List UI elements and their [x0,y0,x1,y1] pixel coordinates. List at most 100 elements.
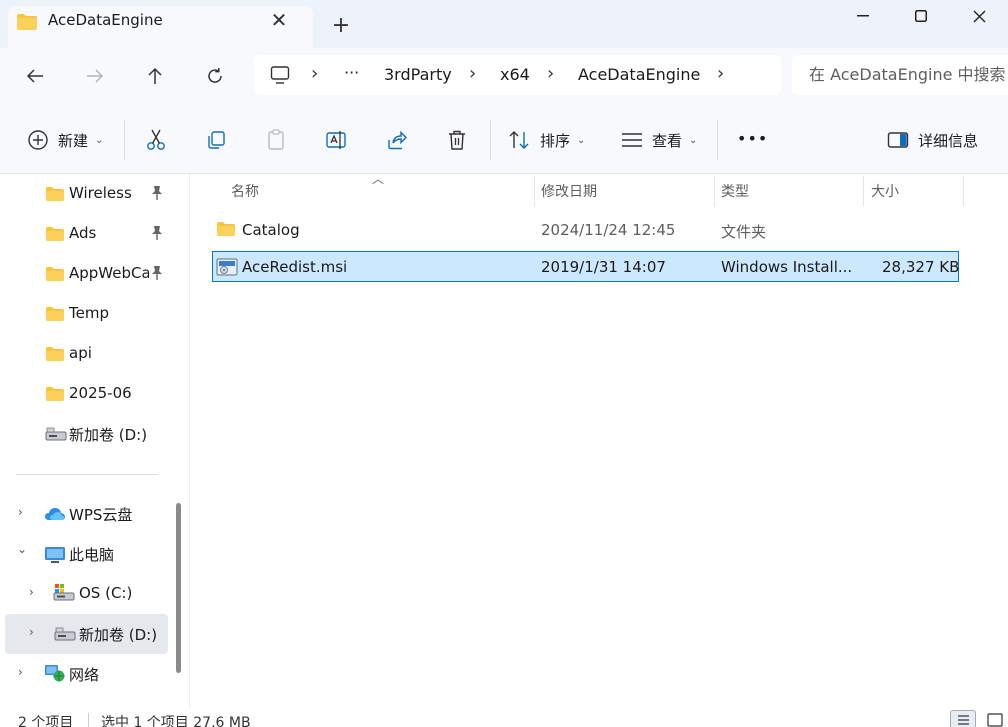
file-modified: 2024/11/24 12:45 [541,221,676,239]
close-icon [973,10,985,22]
chevron-down-icon[interactable]: ⌄ [17,542,27,556]
sidebar-item-label: AppWebCa [69,264,149,282]
forward-button[interactable] [77,62,113,90]
tiles-view-button[interactable] [983,710,1008,727]
more-options-button[interactable]: ••• [737,129,768,148]
chevron-down-icon: ⌄ [95,135,104,146]
refresh-icon [208,68,222,83]
sidebar-item-temp[interactable]: Temp [0,294,168,334]
chevron-down-icon: ⌄ [689,135,698,146]
sidebar-item-label: WPS云盘 [69,506,133,524]
folder-icon [16,13,38,35]
chevron-right-icon: › [547,63,555,84]
chevron-right-icon[interactable]: › [717,63,724,84]
maximize-icon [915,10,927,22]
cloud-icon [44,506,66,526]
sidebar-item-drive-d-tree[interactable]: › 新加卷 (D:) [0,614,168,654]
sidebar-item-drive-c[interactable]: › OS (C:) [0,574,168,614]
column-divider[interactable] [534,176,535,206]
breadcrumb-acedataengine[interactable]: AceDataEngine [578,65,700,84]
status-divider [88,713,89,727]
sidebar-item-label: Temp [69,304,109,322]
details-view-icon [958,715,969,725]
msi-installer-icon [216,258,238,280]
sidebar-item-ads[interactable]: Ads [0,214,168,254]
rename-button[interactable] [323,127,349,153]
delete-button[interactable] [444,127,470,153]
folder-icon [45,346,65,366]
computer-icon [44,546,66,568]
tab-title: AceDataEngine [48,11,163,29]
new-tab-button[interactable]: + [329,14,353,38]
column-divider[interactable] [863,176,864,206]
view-button[interactable] [619,127,645,153]
sidebar-item-label: 新加卷 (D:) [69,426,148,444]
copy-button[interactable] [203,127,229,153]
sort-label: 排序 [540,132,571,150]
tab-close-button[interactable]: ✕ [267,9,291,33]
sort-ascending-icon: ︿ [372,172,385,186]
close-window-button[interactable] [950,0,1008,32]
chevron-right-icon: › [469,63,477,84]
column-header-modified[interactable]: 修改日期 [541,181,597,201]
sidebar-item-label: 网络 [69,666,100,684]
drive-icon [54,626,76,646]
view-list-icon [622,133,642,147]
details-view-button[interactable] [950,710,976,727]
chevron-right-icon[interactable]: › [18,505,23,519]
view-label: 查看 [652,132,683,150]
trash-icon [449,130,465,150]
breadcrumb-x64[interactable]: x64 [500,65,530,84]
file-name: AceRedist.msi [242,258,348,276]
sidebar-item-appwebca[interactable]: AppWebCa [0,254,168,294]
new-button[interactable] [25,127,51,153]
computer-icon [270,65,290,89]
sort-button[interactable] [507,127,533,153]
paste-button[interactable] [263,127,289,153]
column-header-size[interactable]: 大小 [871,181,899,201]
up-button[interactable] [137,62,173,90]
folder-icon [45,186,65,206]
file-type: Windows Install... [721,258,853,276]
column-header-name[interactable]: 名称 [231,181,259,201]
minimize-icon [857,15,869,17]
cut-button[interactable] [143,127,169,153]
sidebar-item-wireless[interactable]: Wireless [0,174,168,214]
column-header-type[interactable]: 类型 [721,181,749,201]
sidebar-item-label: 新加卷 (D:) [79,626,158,644]
toolbar-divider [124,120,125,160]
sidebar-item-label: api [69,344,92,362]
share-button[interactable] [384,127,410,153]
back-button[interactable] [17,62,53,90]
details-pane-button[interactable] [885,127,911,153]
breadcrumb-overflow[interactable]: ··· [344,63,359,82]
sidebar-item-label: Wireless [69,184,132,202]
maximize-button[interactable] [892,0,950,32]
sidebar-item-this-pc[interactable]: ⌄ 此电脑 [0,534,168,574]
minimize-button[interactable] [834,0,892,32]
status-selection: 选中 1 个项目 27.6 MB [101,715,251,727]
column-divider[interactable] [963,176,964,206]
breadcrumb-3rdparty[interactable]: 3rdParty [384,65,452,84]
network-icon [44,664,66,686]
sidebar-item-network[interactable]: › 网络 [0,654,168,694]
folder-icon [216,221,236,241]
arrow-left-icon [26,69,43,83]
chevron-right-icon[interactable]: › [29,625,34,639]
sidebar-item-2025-06[interactable]: 2025-06 [0,374,168,414]
sidebar-divider [16,474,158,475]
search-input[interactable]: 在 AceDataEngine 中搜索 [792,55,1008,95]
chevron-right-icon[interactable]: › [29,585,34,599]
drive-icon [45,426,67,446]
sidebar-scrollbar-thumb[interactable] [176,503,181,673]
refresh-button[interactable] [197,62,233,90]
sidebar-item-drive-d[interactable]: 新加卷 (D:) [0,414,168,454]
details-label: 详细信息 [918,132,979,150]
sidebar-item-api[interactable]: api [0,334,168,374]
sidebar-item-label: Ads [69,224,97,242]
sidebar-item-label: 此电脑 [69,546,115,564]
chevron-right-icon[interactable]: › [18,665,23,679]
sidebar-item-wps-cloud[interactable]: › WPS云盘 [0,494,168,534]
sidebar-item-label: OS (C:) [79,584,133,602]
column-divider[interactable] [714,176,715,206]
